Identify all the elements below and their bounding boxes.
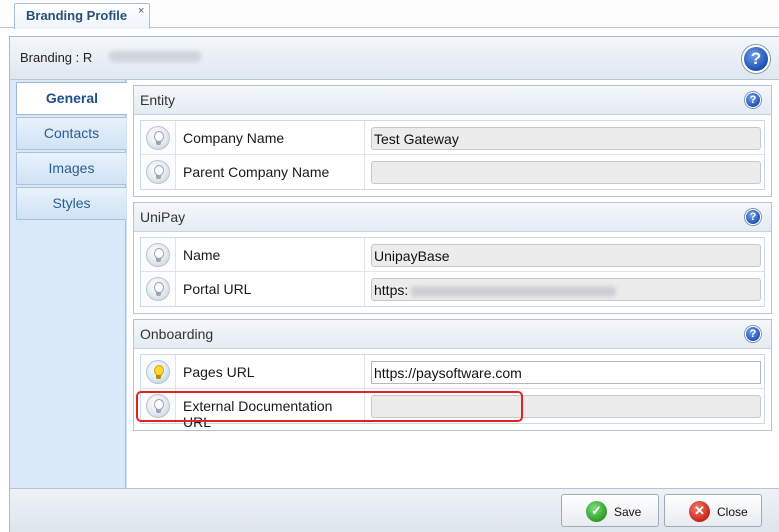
portal-url-field: https: (371, 278, 761, 301)
field-row: Parent Company Name (141, 155, 764, 189)
lightbulb-icon[interactable] (146, 126, 170, 150)
onboarding-section: Onboarding ? Pages URL https://paysoftwa… (133, 319, 772, 431)
company-name-field: Test Gateway (371, 127, 761, 150)
lightbulb-icon[interactable] (146, 277, 170, 301)
field-label: Portal URL (177, 272, 365, 306)
portal-url-prefix: https: (374, 282, 409, 298)
entity-section: Entity ? Company Name Test Gateway Paren… (133, 85, 772, 197)
close-tab-icon[interactable]: × (138, 5, 144, 17)
lightbulb-icon[interactable] (146, 394, 170, 418)
field-row: Pages URL https://paysoftware.com (141, 355, 764, 389)
field-row: External Documentation URL (141, 389, 764, 430)
help-icon[interactable]: ? (742, 45, 770, 73)
field-table: Pages URL https://paysoftware.com Extern… (140, 354, 765, 430)
close-label: Close (717, 505, 748, 519)
tab-strip: Branding Profile × (0, 0, 779, 29)
close-icon: ✕ (689, 501, 710, 522)
tab-label: Branding Profile (26, 8, 128, 23)
page-title: Branding : R (20, 50, 93, 65)
tab-contacts[interactable]: Contacts (16, 117, 126, 150)
help-icon[interactable]: ? (745, 209, 761, 225)
field-label: Parent Company Name (177, 155, 365, 189)
field-row: Portal URL https: (141, 272, 764, 306)
lightbulb-icon[interactable] (146, 160, 170, 184)
field-row: Company Name Test Gateway (141, 121, 764, 155)
tab-styles[interactable]: Styles (16, 187, 126, 220)
section-title: Entity (140, 92, 176, 108)
field-label: Name (177, 238, 365, 271)
lightbulb-icon[interactable] (146, 243, 170, 267)
save-button[interactable]: ✓ Save (561, 494, 659, 527)
redacted-name (109, 51, 201, 62)
tab-general[interactable]: General (16, 82, 127, 115)
window-frame: Branding : R ? General Contacts Images S… (9, 36, 779, 532)
lightbulb-icon[interactable] (146, 360, 170, 384)
sidebar: General Contacts Images Styles (10, 80, 127, 488)
section-header: UniPay ? (134, 203, 771, 232)
redacted-url (411, 285, 617, 297)
field-table: Company Name Test Gateway Parent Company… (140, 120, 765, 190)
pages-url-input[interactable]: https://paysoftware.com (371, 361, 761, 384)
help-icon[interactable]: ? (745, 326, 761, 342)
parent-company-name-field (371, 161, 761, 184)
field-label: External Documentation URL (177, 389, 365, 430)
profile-header: Branding : R ? (10, 37, 779, 80)
field-label: Company Name (177, 121, 365, 154)
section-title: Onboarding (140, 326, 214, 342)
general-panel: Entity ? Company Name Test Gateway Paren… (127, 80, 779, 488)
footer-toolbar: ✓ Save ✕ Close (10, 488, 779, 532)
tab-images[interactable]: Images (16, 152, 126, 185)
close-button[interactable]: ✕ Close (664, 494, 762, 527)
check-icon: ✓ (586, 501, 607, 522)
section-title: UniPay (140, 209, 186, 225)
external-documentation-url-field (371, 395, 761, 418)
save-label: Save (614, 505, 642, 519)
field-label: Pages URL (177, 355, 365, 388)
help-icon[interactable]: ? (745, 92, 761, 108)
section-header: Onboarding ? (134, 320, 771, 349)
field-row: Name UnipayBase (141, 238, 764, 272)
section-header: Entity ? (134, 86, 771, 115)
field-table: Name UnipayBase Portal URL https: (140, 237, 765, 307)
unipay-name-field: UnipayBase (371, 244, 761, 267)
unipay-section: UniPay ? Name UnipayBase Portal URL http… (133, 202, 772, 314)
tab-branding-profile[interactable]: Branding Profile × (14, 3, 150, 29)
